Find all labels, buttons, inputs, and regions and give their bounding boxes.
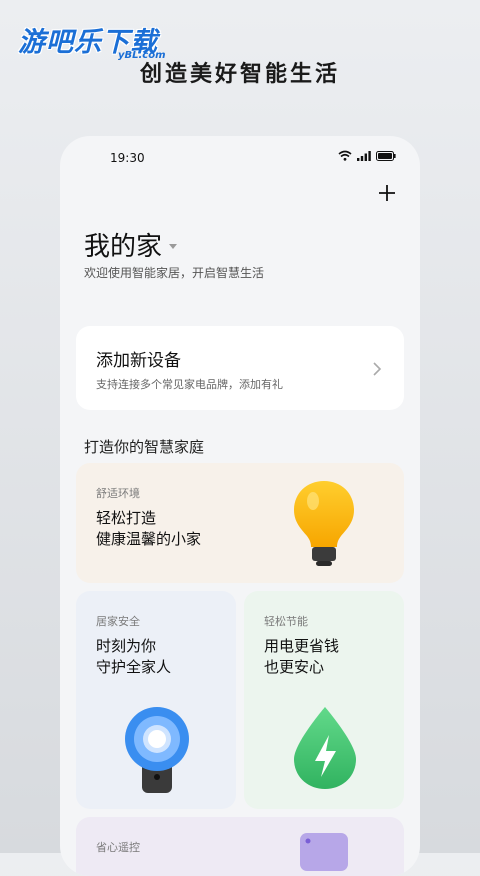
security-line2: 守护全家人 (96, 658, 172, 676)
security-line1: 时刻为你 (96, 637, 157, 655)
page-subtitle: 欢迎使用智能家居，开启智慧生活 (84, 266, 265, 280)
security-card[interactable]: 居家安全 时刻为你 守护全家人 (76, 591, 236, 809)
triangle-down-icon (169, 243, 178, 249)
remote-card[interactable]: 省心遥控 (76, 817, 404, 876)
comfort-card[interactable]: 舒适环境 轻松打造 健康温馨的小家 (76, 463, 404, 583)
section-title: 打造你的智慧家庭 (84, 438, 205, 456)
energy-drop-icon (294, 707, 356, 789)
status-icons (338, 150, 396, 161)
light-bulb-icon (294, 481, 354, 566)
security-label: 居家安全 (96, 615, 140, 628)
comfort-line2: 健康温馨的小家 (96, 530, 202, 548)
tagline: 创造美好智能生活 (139, 62, 340, 87)
plus-icon[interactable] (376, 182, 398, 204)
energy-card[interactable]: 轻松节能 用电更省钱 也更安心 (244, 591, 404, 809)
energy-headline: 用电更省钱 也更安心 (264, 636, 339, 678)
add-device-title: 添加新设备 (96, 351, 181, 371)
status-time: 19:30 (110, 151, 145, 165)
energy-line2: 也更安心 (264, 658, 325, 676)
watermark-logo: 游吧乐下载 yBL.com (18, 20, 166, 61)
phone-screen: 19:30 我的家 欢迎使用智能家居，开启智慧生活 添加新设备 支持连接多个常见… (60, 136, 420, 876)
add-device-card[interactable]: 添加新设备 支持连接多个常见家电品牌，添加有礼 (76, 326, 404, 410)
status-bar: 19:30 (60, 136, 420, 178)
remote-control-icon (300, 833, 348, 871)
battery-icon (376, 150, 396, 161)
signal-icon (357, 150, 371, 161)
energy-line1: 用电更省钱 (264, 637, 340, 655)
page-title: 我的家 (84, 232, 163, 262)
comfort-line1: 轻松打造 (96, 509, 157, 527)
add-device-subtitle: 支持连接多个常见家电品牌，添加有礼 (96, 378, 283, 391)
wifi-icon (338, 150, 352, 161)
security-camera-icon (125, 707, 189, 793)
security-headline: 时刻为你 守护全家人 (96, 636, 171, 678)
comfort-headline: 轻松打造 健康温馨的小家 (96, 508, 201, 550)
chevron-right-icon (373, 362, 382, 376)
comfort-label: 舒适环境 (96, 487, 140, 500)
energy-label: 轻松节能 (264, 615, 308, 628)
home-switcher[interactable]: 我的家 (84, 226, 178, 263)
